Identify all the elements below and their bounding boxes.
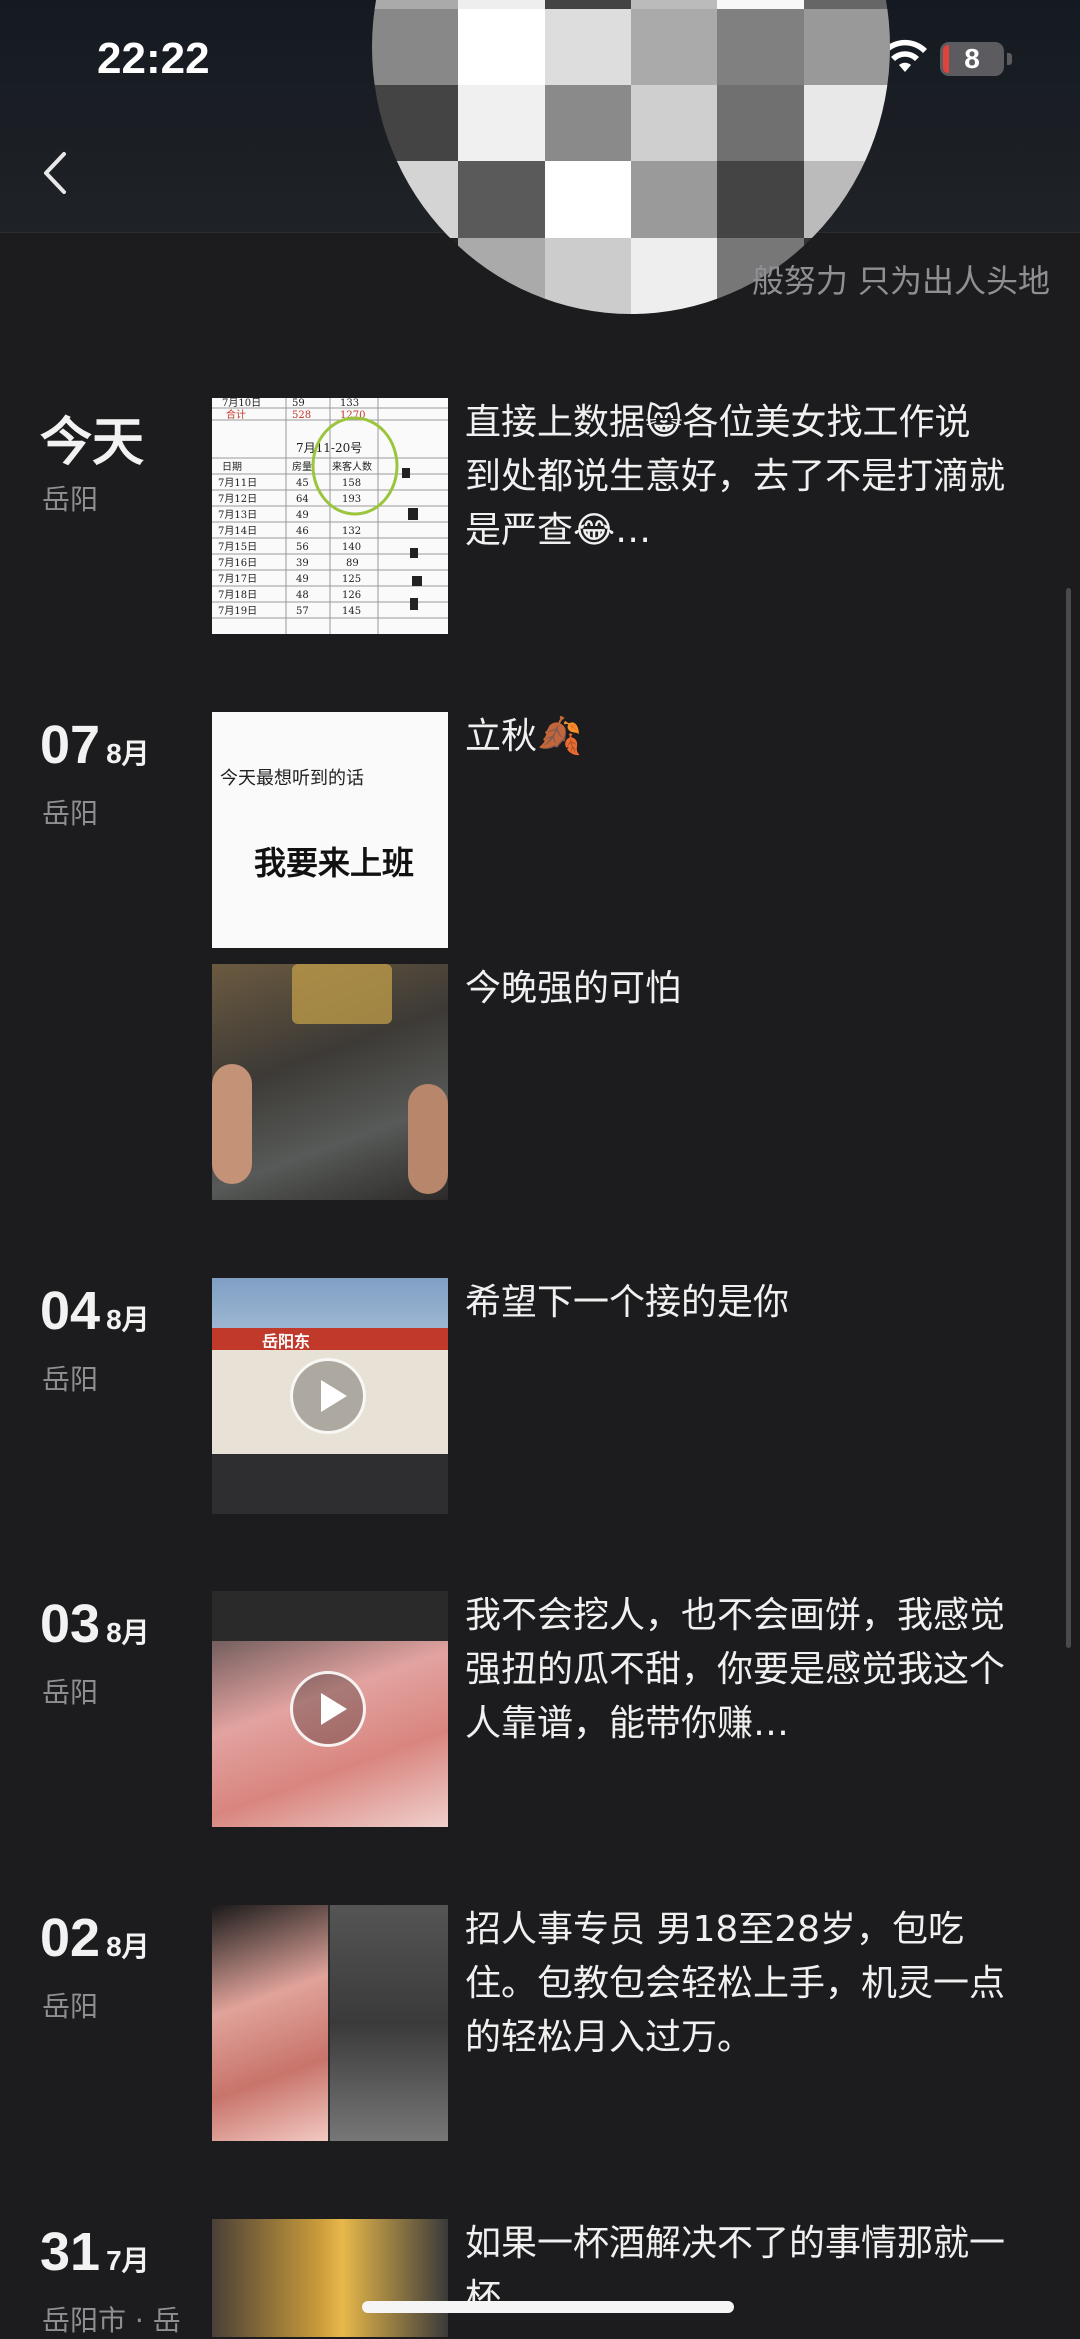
date-day: 07	[40, 715, 101, 775]
cell: 49	[296, 574, 309, 585]
home-indicator[interactable]	[362, 2301, 734, 2313]
cell: 7月14日	[218, 525, 257, 537]
cell: 125	[342, 574, 361, 585]
spreadsheet-image: 7月10日 59 133 合计 528 1270 7月11-20号 日期 房量 …	[212, 398, 448, 634]
play-icon[interactable]	[290, 1358, 366, 1434]
cell: 89	[346, 558, 359, 569]
cell: 133	[340, 398, 359, 409]
cell: 158	[342, 478, 361, 489]
date-month: 8月	[106, 1304, 150, 1335]
cell: 7月17日	[218, 573, 257, 585]
cell: 7月12日	[218, 493, 257, 505]
cell: 合计	[226, 408, 246, 421]
date-month: 7月	[106, 2245, 150, 2276]
entry-location: 岳阳	[42, 1363, 99, 1396]
cell: 45	[296, 478, 309, 489]
cell: 140	[342, 542, 361, 553]
cell: 57	[296, 606, 309, 617]
profile-signature: 般努力 只为出人头地	[751, 262, 1050, 300]
post-caption[interactable]: 今晚强的可怕	[465, 962, 1005, 1016]
post-thumbnail[interactable]	[212, 2219, 448, 2337]
date-day: 31	[40, 2222, 101, 2282]
entry-location: 岳阳	[42, 797, 99, 830]
cell: 145	[342, 606, 361, 617]
date-day: 03	[40, 1594, 101, 1654]
entry-location: 岳阳市 · 岳	[42, 2304, 181, 2337]
entry-location: 岳阳	[42, 1676, 99, 1709]
post-thumbnail[interactable]: 今天最想听到的话 我要来上班	[212, 712, 448, 948]
entry-date: 07 8月	[40, 714, 150, 776]
cell: 7月11-20号	[296, 441, 362, 455]
thumb-headline: 我要来上班	[254, 844, 415, 882]
date-today: 今天	[40, 413, 145, 473]
cell: 59	[292, 398, 305, 409]
cell: 193	[342, 494, 361, 505]
post-caption[interactable]: 我不会挖人，也不会画饼，我感觉强扭的瓜不甜，你要是感觉我这个人靠谱，能带你赚…	[465, 1589, 1005, 1751]
battery-level: 8	[964, 43, 980, 74]
scrollbar[interactable]	[1066, 588, 1071, 1648]
cell: 528	[292, 410, 311, 421]
entry-date: 04 8月	[40, 1280, 150, 1342]
cell: 7月15日	[218, 541, 257, 553]
post-thumbnail[interactable]	[212, 964, 448, 1200]
date-day: 04	[40, 1281, 101, 1341]
post-caption[interactable]: 希望下一个接的是你	[465, 1276, 1005, 1330]
post-thumbnail[interactable]	[212, 1905, 448, 2141]
entry-date: 31 7月	[40, 2221, 150, 2283]
cell: 7月16日	[218, 557, 257, 569]
cell: 126	[342, 590, 361, 601]
post-thumbnail[interactable]: 7月10日 59 133 合计 528 1270 7月11-20号 日期 房量 …	[212, 398, 448, 634]
status-time: 22:22	[97, 34, 210, 83]
cell: 7月13日	[218, 509, 257, 521]
post-thumbnail[interactable]: 岳阳东	[212, 1278, 448, 1514]
cell: 56	[296, 542, 309, 553]
cell: 7月18日	[218, 589, 257, 601]
cell: 39	[296, 558, 309, 569]
battery-icon: 8	[940, 42, 1012, 76]
date-month: 8月	[106, 1617, 150, 1648]
entry-date: 02 8月	[40, 1907, 150, 1969]
cell: 来客人数	[332, 460, 372, 473]
cell: 48	[296, 590, 309, 601]
cell: 房量	[292, 460, 312, 473]
date-month: 8月	[106, 738, 150, 769]
date-month: 8月	[106, 1931, 150, 1962]
post-caption[interactable]: 立秋🍂	[465, 710, 1005, 764]
entry-location: 岳阳	[42, 483, 99, 516]
cell: 7月19日	[218, 605, 257, 617]
entry-date: 03 8月	[40, 1593, 150, 1655]
post-caption[interactable]: 招人事专员 男18至28岁，包吃住。包教包会轻松上手，机灵一点的轻松月入过万。	[465, 1903, 1005, 2065]
entry-location: 岳阳	[42, 1990, 99, 2023]
cell: 49	[296, 510, 309, 521]
date-day: 02	[40, 1908, 101, 1968]
post-thumbnail[interactable]	[212, 1591, 448, 1827]
cell: 132	[342, 526, 361, 537]
cell: 7月11日	[218, 477, 257, 489]
play-icon[interactable]	[290, 1671, 366, 1747]
thumb-text: 今天最想听到的话	[220, 768, 364, 789]
cell: 日期	[222, 461, 242, 473]
back-icon[interactable]	[36, 146, 76, 200]
cell: 7月10日	[222, 398, 261, 409]
post-caption[interactable]: 如果一杯酒解决不了的事情那就一杯	[465, 2217, 1005, 2337]
cell: 64	[296, 494, 309, 505]
post-caption[interactable]: 直接上数据😸各位美女找工作说到处都说生意好，去了不是打滴就是严查😂…	[465, 396, 1005, 558]
entry-date: 今天	[40, 400, 144, 475]
station-sign: 岳阳东	[262, 1332, 311, 1351]
cell: 46	[296, 526, 309, 537]
